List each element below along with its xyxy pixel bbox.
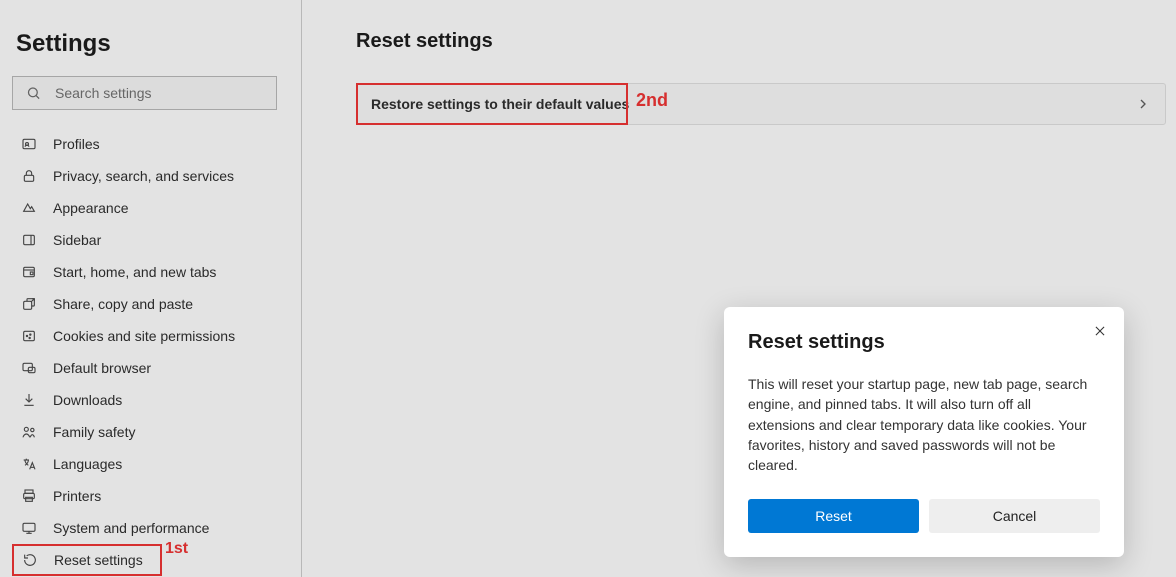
- settings-sidebar: Settings Profiles Privacy, search, and s…: [0, 0, 302, 577]
- sidebar-item-languages[interactable]: Languages: [12, 448, 289, 480]
- sidebar-item-label: Reset settings: [54, 552, 143, 568]
- sidebar-item-profiles[interactable]: Profiles: [12, 128, 289, 160]
- profiles-icon: [19, 134, 39, 154]
- sidebar-item-label: Cookies and site permissions: [53, 328, 235, 344]
- downloads-icon: [19, 390, 39, 410]
- family-icon: [19, 422, 39, 442]
- sidebar-item-label: Printers: [53, 488, 101, 504]
- browser-icon: [19, 358, 39, 378]
- sidebar-item-label: Profiles: [53, 136, 100, 152]
- home-icon: [19, 262, 39, 282]
- sidebar-item-sidebar[interactable]: Sidebar: [12, 224, 289, 256]
- cookies-icon: [19, 326, 39, 346]
- sidebar-item-privacy[interactable]: Privacy, search, and services: [12, 160, 289, 192]
- sidebar-item-share[interactable]: Share, copy and paste: [12, 288, 289, 320]
- chevron-right-icon: [1135, 96, 1151, 112]
- close-icon: [1093, 324, 1107, 338]
- sidebar-item-default-browser[interactable]: Default browser: [12, 352, 289, 384]
- search-icon: [26, 86, 41, 101]
- share-icon: [19, 294, 39, 314]
- sidebar-item-label: Downloads: [53, 392, 122, 408]
- annotation-2nd: 2nd: [636, 90, 668, 111]
- reset-icon: [20, 550, 40, 570]
- sidebar-item-start-home[interactable]: Start, home, and new tabs: [12, 256, 289, 288]
- dialog-body: This will reset your startup page, new t…: [748, 374, 1100, 475]
- sidebar-item-label: Default browser: [53, 360, 151, 376]
- languages-icon: [19, 454, 39, 474]
- sidebar-item-family[interactable]: Family safety: [12, 416, 289, 448]
- search-wrap: [12, 76, 289, 110]
- sidebar-item-cookies[interactable]: Cookies and site permissions: [12, 320, 289, 352]
- sidebar-item-downloads[interactable]: Downloads: [12, 384, 289, 416]
- sidebar-item-reset-settings[interactable]: Reset settings: [12, 544, 162, 576]
- sidebar-item-label: Family safety: [53, 424, 135, 440]
- sidebar-item-label: Start, home, and new tabs: [53, 264, 216, 280]
- sidebar-item-label: Share, copy and paste: [53, 296, 193, 312]
- lock-icon: [19, 166, 39, 186]
- appearance-icon: [19, 198, 39, 218]
- system-icon: [19, 518, 39, 538]
- sidebar-item-system[interactable]: System and performance: [12, 512, 289, 544]
- sidebar-nav: Profiles Privacy, search, and services A…: [12, 128, 289, 576]
- search-input[interactable]: [12, 76, 277, 110]
- sidebar-item-label: Privacy, search, and services: [53, 168, 234, 184]
- sidebar-item-label: Appearance: [53, 200, 129, 216]
- annotation-1st: 1st: [165, 540, 188, 558]
- printers-icon: [19, 486, 39, 506]
- dialog-actions: Reset Cancel: [748, 499, 1100, 533]
- sidebar-item-printers[interactable]: Printers: [12, 480, 289, 512]
- sidebar-item-label: System and performance: [53, 520, 209, 536]
- dialog-title: Reset settings: [748, 331, 1100, 354]
- dialog-close-button[interactable]: [1090, 321, 1110, 341]
- section-title: Reset settings: [356, 30, 1176, 53]
- cancel-button[interactable]: Cancel: [929, 499, 1100, 533]
- sidebar-item-appearance[interactable]: Appearance: [12, 192, 289, 224]
- sidebar-icon: [19, 230, 39, 250]
- sidebar-item-label: Sidebar: [53, 232, 101, 248]
- restore-defaults-row[interactable]: Restore settings to their default values: [356, 83, 1166, 125]
- reset-settings-dialog: Reset settings This will reset your star…: [724, 307, 1124, 557]
- reset-button[interactable]: Reset: [748, 499, 919, 533]
- sidebar-item-label: Languages: [53, 456, 122, 472]
- page-title: Settings: [16, 30, 289, 58]
- restore-defaults-label: Restore settings to their default values: [371, 96, 629, 112]
